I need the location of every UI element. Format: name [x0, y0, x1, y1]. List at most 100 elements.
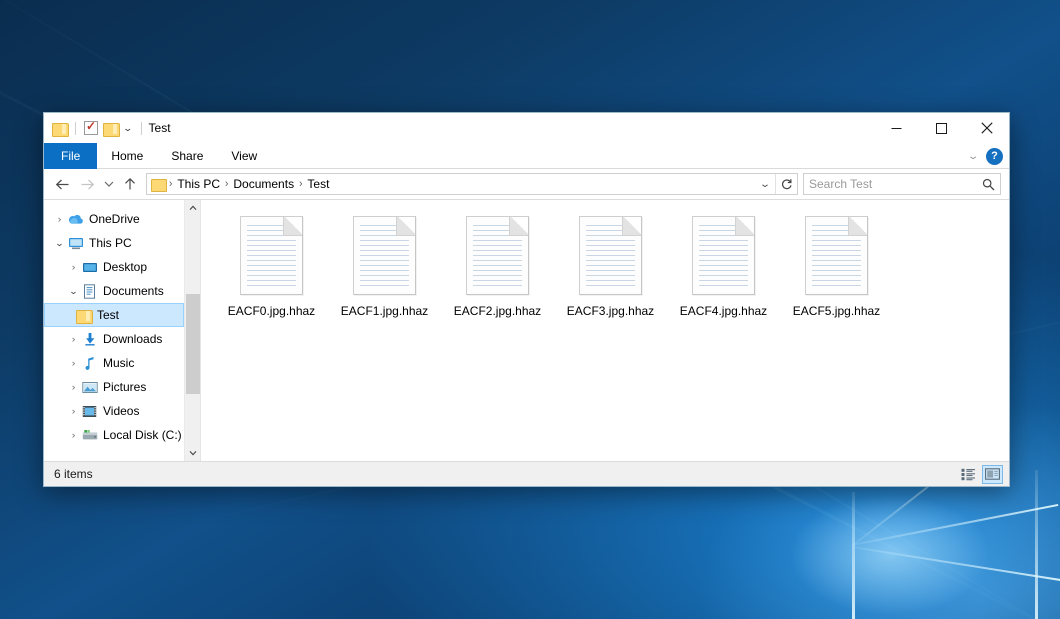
desktop-wallpaper: ⌄ Test File Home Share View — [0, 0, 1060, 619]
maximize-button[interactable] — [919, 113, 964, 143]
large-icons-view-button[interactable] — [982, 465, 1003, 484]
file-item[interactable]: EACF1.jpg.hhaz — [328, 214, 441, 318]
file-explorer-window: ⌄ Test File Home Share View — [43, 112, 1010, 487]
breadcrumb-folder-icon — [151, 178, 166, 191]
sidebar-item-label: Downloads — [103, 332, 162, 346]
sidebar-item-downloads[interactable]: › Downloads — [44, 327, 184, 351]
chevron-right-icon[interactable]: › — [64, 334, 83, 344]
close-button[interactable] — [964, 113, 1009, 143]
search-icon[interactable] — [982, 178, 995, 191]
chevron-right-icon[interactable]: › — [64, 262, 83, 272]
sidebar-item-label: Test — [97, 308, 119, 322]
sidebar-item-local-disk[interactable]: › Local Disk (C:) — [44, 423, 184, 447]
sidebar-item-label: Local Disk (C:) — [103, 428, 182, 442]
file-list-area[interactable]: EACF0.jpg.hhaz EACF1.jpg.hhaz EACF2.jpg.… — [200, 200, 1009, 461]
tab-view[interactable]: View — [217, 143, 271, 169]
up-button[interactable] — [117, 172, 142, 196]
search-box[interactable]: Search Test — [803, 173, 1001, 195]
window-title: Test — [149, 121, 171, 135]
onedrive-icon — [67, 211, 84, 227]
chevron-down-icon[interactable]: ⌄ — [64, 286, 83, 297]
sidebar-item-label: Music — [103, 356, 134, 370]
collapse-ribbon-chevron-icon[interactable]: ⌄ — [967, 151, 980, 162]
sidebar-item-videos[interactable]: › Videos — [44, 399, 184, 423]
file-name: EACF3.jpg.hhaz — [567, 304, 654, 318]
generic-document-icon — [240, 216, 303, 295]
address-bar-end-controls: ⌄ — [755, 174, 797, 194]
breadcrumb-separator-3: › — [298, 178, 303, 190]
search-input[interactable]: Search Test — [809, 177, 982, 191]
sidebar-item-onedrive[interactable]: › OneDrive — [44, 207, 184, 231]
forward-button[interactable] — [75, 172, 100, 196]
address-bar-row: › This PC › Documents › Test ⌄ — [44, 169, 1009, 199]
quick-access-toolbar: ⌄ — [52, 121, 145, 135]
title-bar[interactable]: ⌄ Test — [44, 113, 1009, 143]
generic-document-icon — [579, 216, 642, 295]
generic-document-icon — [692, 216, 755, 295]
documents-icon — [81, 283, 98, 299]
sidebar-item-this-pc[interactable]: ⌄ This PC — [44, 231, 184, 255]
recent-locations-chevron-icon[interactable] — [100, 172, 117, 196]
back-button[interactable] — [50, 172, 75, 196]
sidebar-item-pictures[interactable]: › Pictures — [44, 375, 184, 399]
tab-file[interactable]: File — [44, 143, 97, 169]
folder-icon — [75, 307, 92, 323]
file-item[interactable]: EACF3.jpg.hhaz — [554, 214, 667, 318]
qat-separator — [75, 122, 76, 135]
sidebar-item-music[interactable]: › Music — [44, 351, 184, 375]
window-controls — [874, 113, 1009, 143]
tab-home[interactable]: Home — [97, 143, 157, 169]
sidebar-item-test[interactable]: Test — [44, 303, 184, 327]
videos-icon — [81, 403, 98, 419]
view-mode-buttons — [958, 465, 1003, 484]
scrollbar-thumb[interactable] — [186, 294, 200, 394]
file-item[interactable]: EACF0.jpg.hhaz — [215, 214, 328, 318]
sidebar-item-desktop[interactable]: › Desktop — [44, 255, 184, 279]
desktop-icon — [81, 259, 98, 275]
sidebar-item-label: This PC — [89, 236, 132, 250]
explorer-body: › OneDrive ⌄ — [44, 199, 1009, 461]
address-bar[interactable]: › This PC › Documents › Test ⌄ — [146, 173, 798, 195]
tab-share[interactable]: Share — [157, 143, 217, 169]
file-name: EACF0.jpg.hhaz — [228, 304, 315, 318]
breadcrumb-test[interactable]: Test — [303, 177, 333, 191]
pictures-icon — [81, 379, 98, 395]
address-dropdown-chevron-icon[interactable]: ⌄ — [751, 179, 779, 190]
chevron-right-icon[interactable]: › — [64, 382, 83, 392]
sidebar-item-label: Desktop — [103, 260, 147, 274]
ribbon-right-controls: ⌄ ? — [969, 143, 1003, 169]
file-item[interactable]: EACF4.jpg.hhaz — [667, 214, 780, 318]
details-view-button[interactable] — [958, 465, 979, 484]
qat-separator-2 — [141, 122, 142, 135]
sidebar-item-label: Documents — [103, 284, 164, 298]
chevron-down-icon[interactable]: ⌄ — [50, 238, 69, 249]
music-icon — [81, 355, 98, 371]
scroll-up-arrow-icon[interactable] — [185, 200, 201, 216]
breadcrumb-documents[interactable]: Documents — [229, 177, 298, 191]
file-item[interactable]: EACF5.jpg.hhaz — [780, 214, 893, 318]
generic-document-icon — [466, 216, 529, 295]
navigation-pane: › OneDrive ⌄ — [44, 200, 184, 461]
sidebar-item-documents[interactable]: ⌄ Documents — [44, 279, 184, 303]
file-grid: EACF0.jpg.hhaz EACF1.jpg.hhaz EACF2.jpg.… — [215, 214, 1009, 328]
folder-icon[interactable] — [52, 122, 67, 135]
minimize-button[interactable] — [874, 113, 919, 143]
new-folder-icon[interactable] — [103, 122, 118, 135]
chevron-right-icon[interactable]: › — [64, 406, 83, 416]
ribbon-tab-bar: File Home Share View ⌄ ? — [44, 143, 1009, 169]
breadcrumb-this-pc[interactable]: This PC — [173, 177, 224, 191]
chevron-right-icon[interactable]: › — [64, 430, 83, 440]
generic-document-icon — [353, 216, 416, 295]
sidebar-item-label: Videos — [103, 404, 139, 418]
chevron-right-icon[interactable]: › — [64, 358, 83, 368]
help-icon[interactable]: ? — [986, 148, 1003, 165]
chevron-right-icon[interactable]: › — [50, 214, 69, 224]
scrollbar-track[interactable] — [185, 216, 201, 445]
file-item[interactable]: EACF2.jpg.hhaz — [441, 214, 554, 318]
scroll-down-arrow-icon[interactable] — [185, 445, 201, 461]
this-pc-icon — [67, 235, 84, 251]
customize-chevron-icon[interactable]: ⌄ — [121, 124, 134, 133]
drive-icon — [81, 427, 98, 443]
navigation-pane-scrollbar[interactable] — [184, 200, 200, 461]
properties-icon[interactable] — [84, 121, 98, 135]
